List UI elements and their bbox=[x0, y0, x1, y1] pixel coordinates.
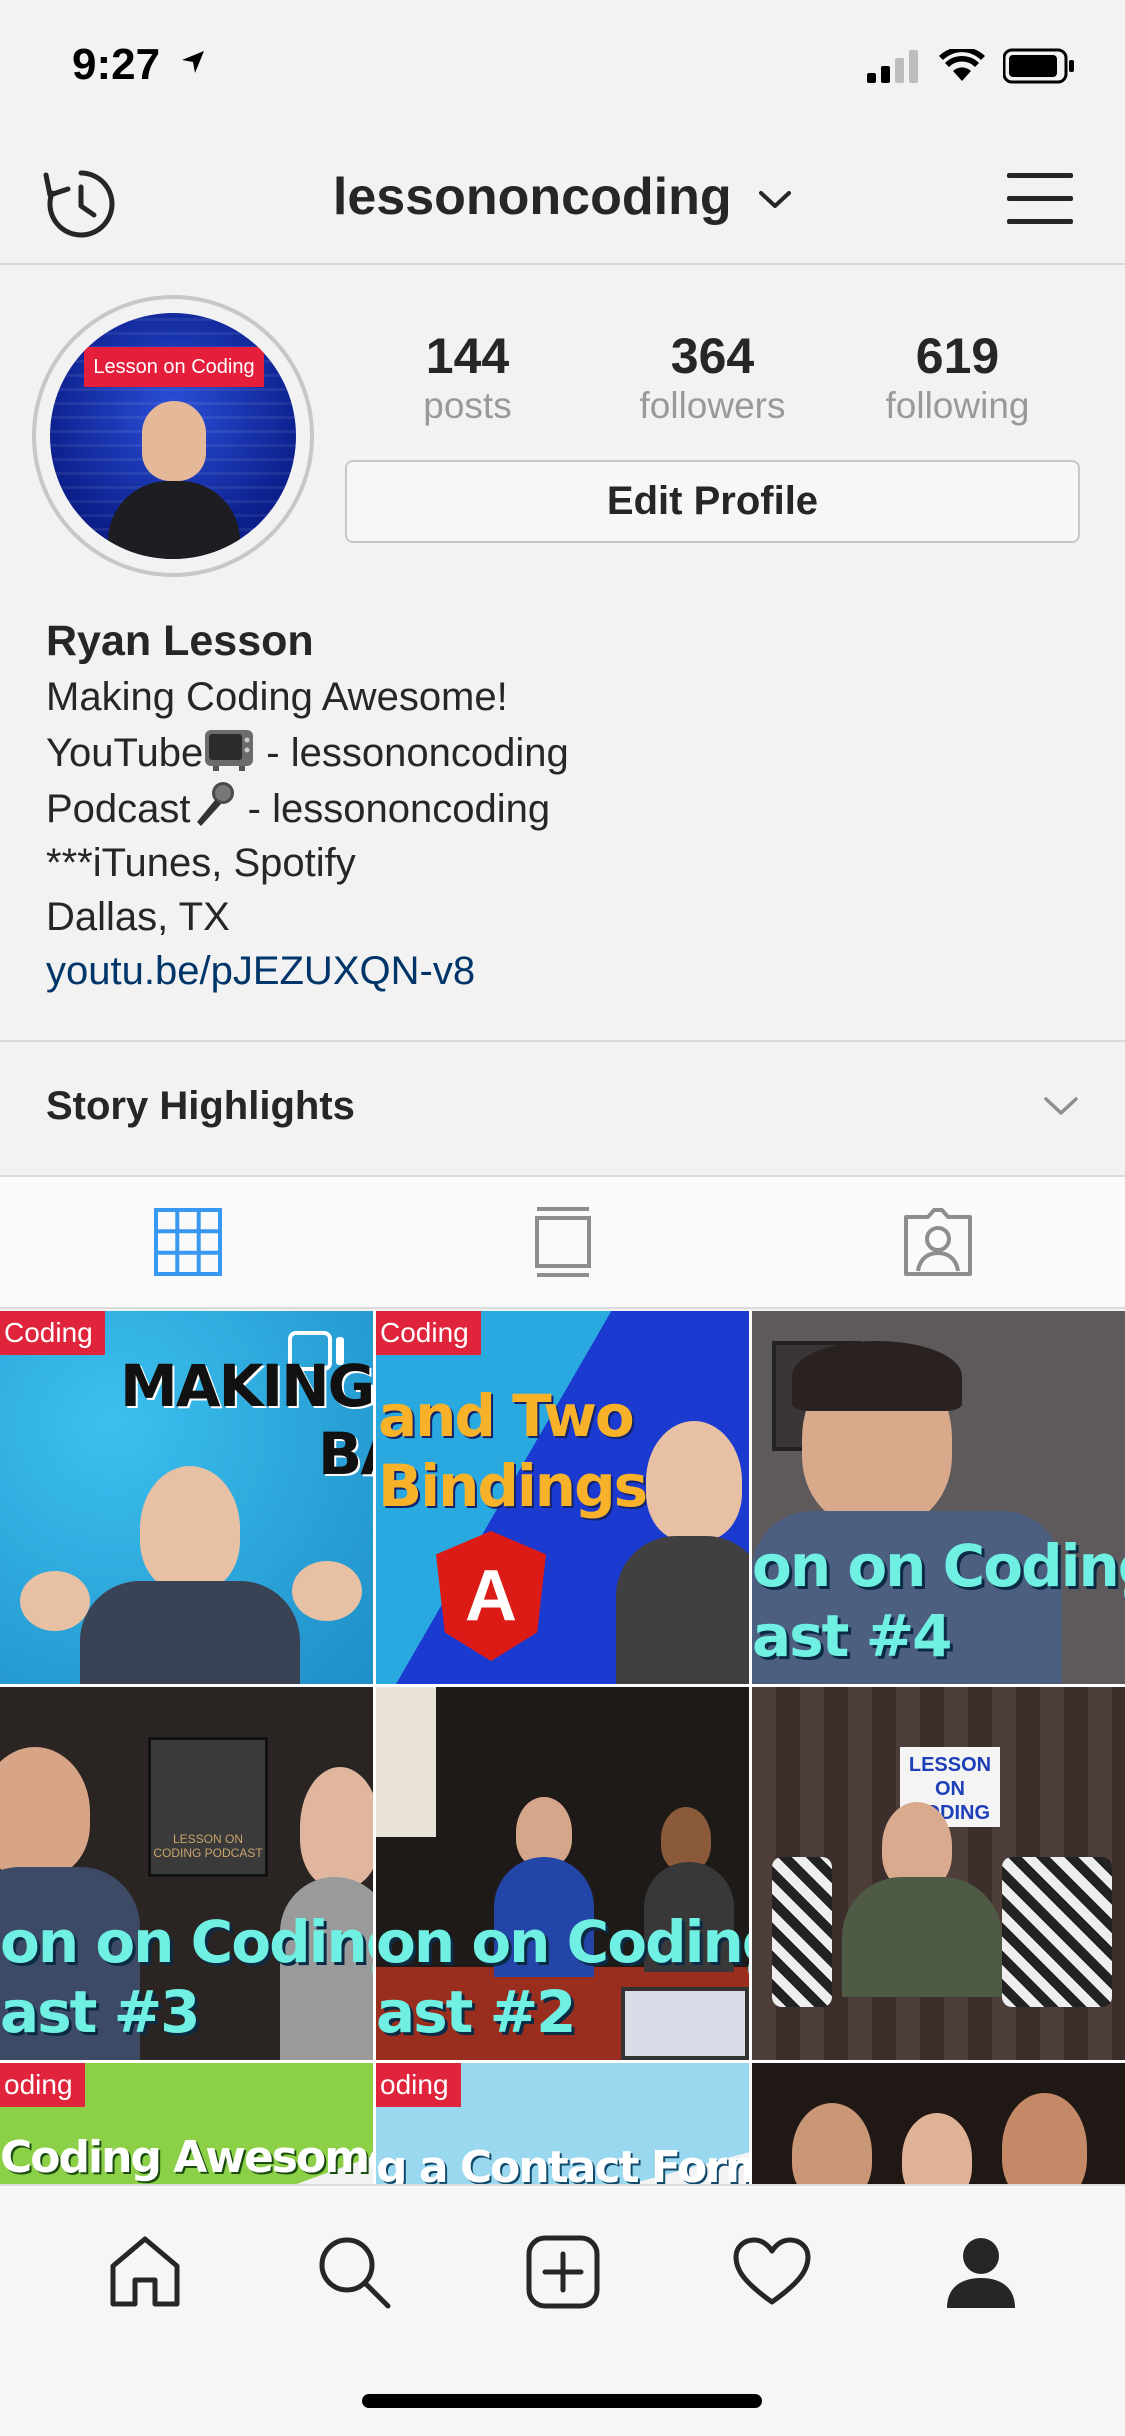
tab-home[interactable] bbox=[90, 2222, 200, 2322]
bio-line: YouTube - lessononcoding bbox=[46, 724, 1086, 780]
home-indicator bbox=[362, 2394, 762, 2408]
tab-grid[interactable] bbox=[0, 1177, 375, 1307]
post-caption: ast #2 bbox=[376, 1978, 577, 2046]
post-caption: ast #4 bbox=[752, 1602, 953, 1670]
status-bar: 9:27 bbox=[0, 0, 1125, 135]
heart-icon bbox=[733, 2237, 810, 2305]
wifi-icon bbox=[939, 49, 985, 81]
stat-label: following bbox=[885, 385, 1030, 426]
post-caption: BA bbox=[318, 1420, 373, 1488]
post-caption: ast #3 bbox=[0, 1978, 201, 2046]
post-caption: on on Coding bbox=[752, 1532, 1125, 1600]
post-badge: Coding bbox=[0, 1311, 105, 1355]
profile-nav-bar: lessononcoding bbox=[0, 135, 1125, 265]
post-thumbnail[interactable] bbox=[752, 2063, 1125, 2184]
tab-profile[interactable] bbox=[926, 2222, 1036, 2322]
add-post-icon bbox=[526, 2235, 599, 2309]
profile-name: Ryan Lesson bbox=[46, 617, 314, 665]
post-thumbnail[interactable]: oding g a Contact Form bbox=[376, 2063, 749, 2184]
profile-stats: 144 posts 364 followers 619 following bbox=[345, 328, 1080, 428]
story-highlights-label: Story Highlights bbox=[46, 1084, 355, 1128]
post-badge: oding bbox=[376, 2063, 461, 2107]
avatar-image: Lesson on Coding bbox=[50, 313, 296, 559]
bio-text: Podcast bbox=[46, 787, 191, 831]
post-caption: on on Coding bbox=[376, 1908, 749, 1976]
tab-tagged[interactable] bbox=[750, 1177, 1125, 1307]
stat-following[interactable]: 619 following bbox=[835, 328, 1080, 428]
tab-search[interactable] bbox=[299, 2222, 409, 2322]
tagged-icon bbox=[903, 1208, 972, 1276]
battery-icon bbox=[1003, 48, 1074, 84]
post-caption: Bindings bbox=[378, 1452, 648, 1520]
post-badge: oding bbox=[0, 2063, 85, 2107]
bio-line: ***iTunes, Spotify bbox=[46, 841, 356, 885]
stat-value: 364 bbox=[670, 328, 755, 384]
story-highlights-bar[interactable]: Story Highlights bbox=[0, 1040, 1125, 1177]
microphone-icon bbox=[196, 782, 234, 826]
edit-profile-button[interactable]: Edit Profile bbox=[345, 460, 1080, 543]
post-caption: and Two bbox=[378, 1382, 635, 1450]
podcast-sign: LESSON ON CODING PODCAST bbox=[148, 1737, 268, 1877]
profile-tabs bbox=[0, 1177, 1125, 1309]
post-thumbnail[interactable]: LESSON ON CODING bbox=[752, 1687, 1125, 2060]
status-time-text: 9:27 bbox=[72, 40, 161, 89]
chevron-down-icon bbox=[1044, 1097, 1078, 1115]
feed-icon bbox=[534, 1207, 591, 1277]
bio-line: Dallas, TX bbox=[46, 895, 230, 939]
bio-line: Podcast - lessononcoding bbox=[46, 780, 1086, 836]
search-icon bbox=[319, 2237, 390, 2309]
bio-line: Making Coding Awesome! bbox=[46, 675, 508, 719]
post-caption: Coding Awesome bbox=[0, 2132, 373, 2183]
profile-bio: Ryan Lesson Making Coding Awesome! YouTu… bbox=[46, 612, 1086, 998]
tab-feed[interactable] bbox=[375, 1177, 750, 1307]
post-thumbnail[interactable]: LESSON ON CODING PODCAST on on Coding as… bbox=[0, 1687, 373, 2060]
grid-icon bbox=[153, 1208, 222, 1276]
tab-activity[interactable] bbox=[717, 2222, 827, 2322]
post-thumbnail[interactable]: Coding and Two Bindings A bbox=[376, 1311, 749, 1684]
post-badge: Coding bbox=[376, 1311, 481, 1355]
avatar-tag: Lesson on Coding bbox=[84, 347, 264, 387]
stat-value: 619 bbox=[915, 328, 1000, 384]
post-caption: on on Coding bbox=[0, 1908, 373, 1976]
post-thumbnail[interactable]: Coding MAKING IT BA bbox=[0, 1311, 373, 1684]
cellular-signal-icon bbox=[867, 50, 918, 83]
bio-text: YouTube bbox=[46, 731, 204, 775]
status-indicators bbox=[867, 48, 1075, 84]
chevron-down-icon bbox=[759, 191, 792, 209]
posts-grid: Coding MAKING IT BA Coding and Two Bindi… bbox=[0, 1311, 1125, 2184]
location-arrow-icon bbox=[182, 51, 205, 73]
post-thumbnail[interactable]: oding Coding Awesome bbox=[0, 2063, 373, 2184]
tab-new-post[interactable] bbox=[508, 2222, 618, 2322]
stat-value: 144 bbox=[425, 328, 510, 384]
stat-label: posts bbox=[423, 385, 512, 426]
username-switcher[interactable]: lessononcoding bbox=[0, 167, 1125, 227]
username-label: lessononcoding bbox=[332, 168, 732, 226]
hamburger-menu-icon[interactable] bbox=[1007, 169, 1073, 227]
post-caption: g a Contact Form bbox=[376, 2142, 749, 2184]
bio-text: - lessononcoding bbox=[255, 731, 569, 775]
post-caption: MAKING IT bbox=[120, 1352, 373, 1420]
home-icon bbox=[110, 2236, 179, 2307]
stat-label: followers bbox=[639, 385, 786, 426]
profile-icon bbox=[946, 2238, 1015, 2308]
bio-website-link[interactable]: youtu.be/pJEZUXQN-v8 bbox=[46, 944, 1086, 998]
bio-text: - lessononcoding bbox=[236, 787, 551, 831]
television-icon bbox=[205, 730, 254, 771]
stat-followers[interactable]: 364 followers bbox=[590, 328, 835, 428]
stat-posts[interactable]: 144 posts bbox=[345, 328, 590, 428]
post-thumbnail[interactable]: on on Coding ast #2 bbox=[376, 1687, 749, 2060]
post-thumbnail[interactable]: on on Coding ast #4 bbox=[752, 1311, 1125, 1684]
profile-avatar[interactable]: Lesson on Coding bbox=[32, 295, 314, 577]
status-time: 9:27 bbox=[72, 40, 208, 90]
